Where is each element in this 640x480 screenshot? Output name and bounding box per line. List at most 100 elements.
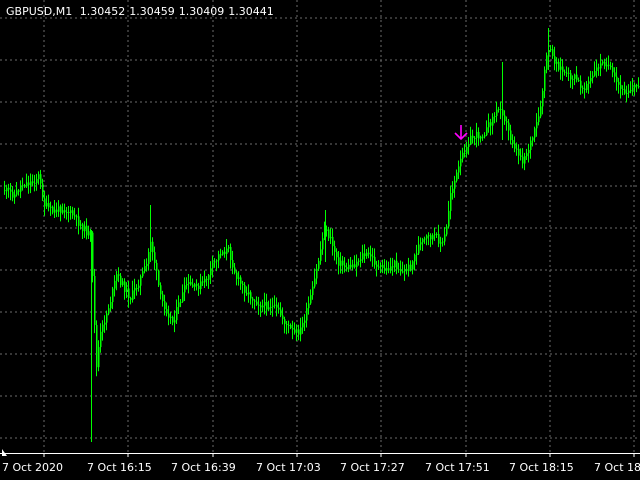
candle [466, 141, 468, 158]
candle [468, 136, 470, 155]
candle [316, 263, 318, 285]
candle [156, 259, 158, 281]
candle [162, 290, 164, 307]
candle [406, 263, 408, 275]
candle [434, 227, 436, 241]
time-axis-label: 7 Oct 18:39 [594, 461, 640, 474]
candle [248, 284, 250, 303]
candle [612, 62, 614, 78]
candle [254, 299, 256, 310]
candle [190, 275, 192, 286]
candle [304, 314, 306, 332]
candle [492, 113, 494, 135]
candle [174, 310, 176, 333]
candle [562, 59, 564, 81]
candle [128, 281, 130, 308]
candle [364, 244, 366, 263]
candle [530, 136, 532, 159]
candle [100, 323, 102, 353]
candle [606, 57, 608, 72]
candle [154, 246, 156, 271]
candle [488, 113, 490, 133]
candle [102, 320, 104, 341]
low-price: 1.30409 [178, 5, 225, 18]
candle [330, 228, 332, 245]
candle [308, 296, 310, 315]
candle [632, 77, 634, 96]
candle [132, 280, 134, 303]
candle [592, 71, 594, 84]
candle [118, 267, 120, 283]
candle [112, 286, 114, 310]
candle [500, 101, 502, 120]
candle [368, 247, 370, 259]
candle [628, 84, 630, 98]
candle [60, 204, 62, 222]
time-axis: 7 Oct 2020 7 Oct 16:15 7 Oct 16:39 7 Oct 17… [2, 449, 640, 474]
candle [264, 292, 266, 315]
candle [106, 310, 108, 331]
candle [614, 67, 616, 83]
candle [8, 183, 10, 198]
candle [210, 261, 212, 285]
candle [358, 258, 360, 266]
candle [182, 284, 184, 303]
sell-arrow-icon[interactable] [454, 125, 468, 141]
candle [460, 150, 462, 176]
candle [122, 278, 124, 287]
candle [52, 205, 54, 215]
candle [472, 129, 474, 144]
candle [46, 195, 48, 210]
candle [94, 268, 96, 334]
candle [20, 180, 22, 199]
candle [144, 259, 146, 274]
candle [42, 178, 44, 202]
candle [114, 275, 116, 297]
candle [186, 277, 188, 290]
candle [134, 278, 136, 299]
candle [24, 183, 26, 188]
candle [444, 227, 446, 246]
candle [508, 119, 510, 141]
candle [206, 276, 208, 287]
candle [126, 282, 128, 299]
candle [382, 259, 384, 274]
candle [572, 75, 574, 90]
candle [616, 67, 618, 91]
candle [152, 237, 154, 261]
candle [260, 301, 262, 317]
candle [384, 259, 386, 274]
candle [450, 185, 452, 220]
candle [230, 243, 232, 269]
candle [322, 232, 324, 255]
candle [494, 112, 496, 124]
candle [108, 304, 110, 316]
candle [352, 259, 354, 271]
candle [336, 248, 338, 265]
candle [334, 240, 336, 261]
candle [524, 152, 526, 171]
chart-window[interactable]: 7 Oct 2020 7 Oct 16:15 7 Oct 16:39 7 Oct 17… [0, 0, 640, 480]
candle [538, 107, 540, 126]
candle [418, 236, 420, 255]
price-chart[interactable]: 7 Oct 2020 7 Oct 16:15 7 Oct 16:39 7 Oct 17… [0, 0, 640, 480]
candle [240, 275, 242, 290]
candle [62, 203, 64, 215]
candle [378, 260, 380, 270]
candle [178, 295, 180, 315]
candle [634, 82, 636, 96]
candle [554, 46, 556, 71]
candle [202, 276, 204, 286]
candle [110, 296, 112, 312]
time-axis-label: 7 Oct 16:15 [87, 461, 152, 474]
chart-shift-icon[interactable] [2, 449, 7, 456]
candle [314, 268, 316, 289]
candle [218, 250, 220, 269]
candle [608, 55, 610, 70]
candle [558, 58, 560, 72]
candle [510, 124, 512, 145]
candle [440, 236, 442, 253]
candle [328, 226, 330, 242]
candle [292, 320, 294, 340]
candle [392, 257, 394, 276]
